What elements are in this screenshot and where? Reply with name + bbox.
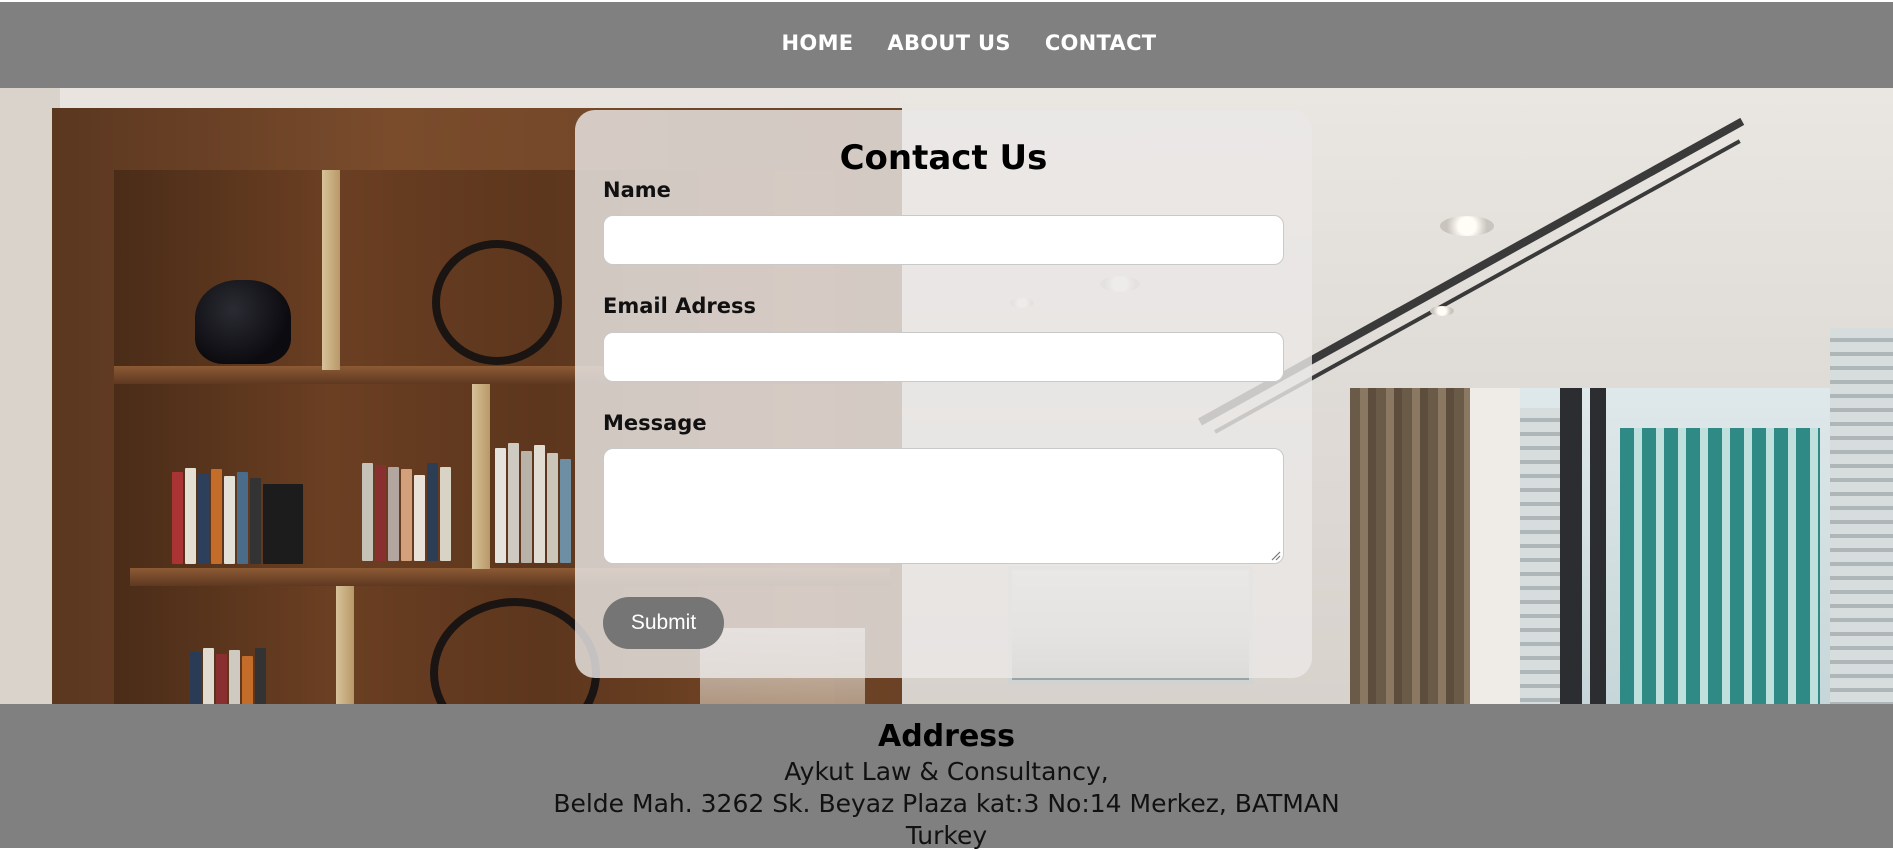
- footer-address-line: Belde Mah. 3262 Sk. Beyaz Plaza kat:3 No…: [553, 789, 1340, 818]
- left-wall: [0, 88, 60, 704]
- nav-link-about-us[interactable]: ABOUT US: [887, 31, 1010, 55]
- nav-links: HOME ABOUT US CONTACT: [782, 31, 1157, 55]
- black-vase: [195, 280, 291, 364]
- message-textarea[interactable]: [603, 448, 1284, 564]
- contact-form: Contact Us Name Email Adress Message Sub…: [575, 110, 1312, 678]
- nav-link-contact[interactable]: CONTACT: [1045, 31, 1157, 55]
- decorative-ring: [432, 240, 562, 365]
- window-frame: [1590, 388, 1606, 704]
- email-label: Email Adress: [603, 294, 756, 318]
- bookcase-divider: [336, 586, 354, 704]
- name-input[interactable]: [603, 215, 1284, 265]
- contact-form-title: Contact Us: [839, 138, 1048, 178]
- top-navbar: HOME ABOUT US CONTACT: [0, 2, 1893, 88]
- footer-address-line: Turkey: [905, 821, 988, 850]
- footer-address-title: Address: [877, 719, 1016, 754]
- resize-grip-icon[interactable]: [1269, 549, 1281, 561]
- nav-link-home[interactable]: HOME: [782, 31, 854, 55]
- bookcase-divider: [322, 170, 340, 370]
- window-frame: [1560, 388, 1582, 704]
- book-row: [172, 468, 303, 564]
- email-input[interactable]: [603, 332, 1284, 382]
- ceiling-light: [1430, 306, 1454, 316]
- window-building: [1620, 428, 1820, 704]
- bookcase-divider: [472, 384, 490, 569]
- ceiling-light: [1440, 216, 1494, 236]
- book-row: [495, 443, 571, 563]
- curtain: [1350, 388, 1470, 704]
- message-label: Message: [603, 411, 707, 435]
- name-label: Name: [603, 178, 671, 202]
- submit-button[interactable]: Submit: [603, 597, 724, 649]
- book-row: [362, 463, 451, 561]
- book-row: [190, 648, 266, 704]
- window-building: [1830, 328, 1893, 704]
- footer-address-line: Aykut Law & Consultancy,: [784, 757, 1109, 786]
- footer: Address Aykut Law & Consultancy, Belde M…: [0, 704, 1893, 850]
